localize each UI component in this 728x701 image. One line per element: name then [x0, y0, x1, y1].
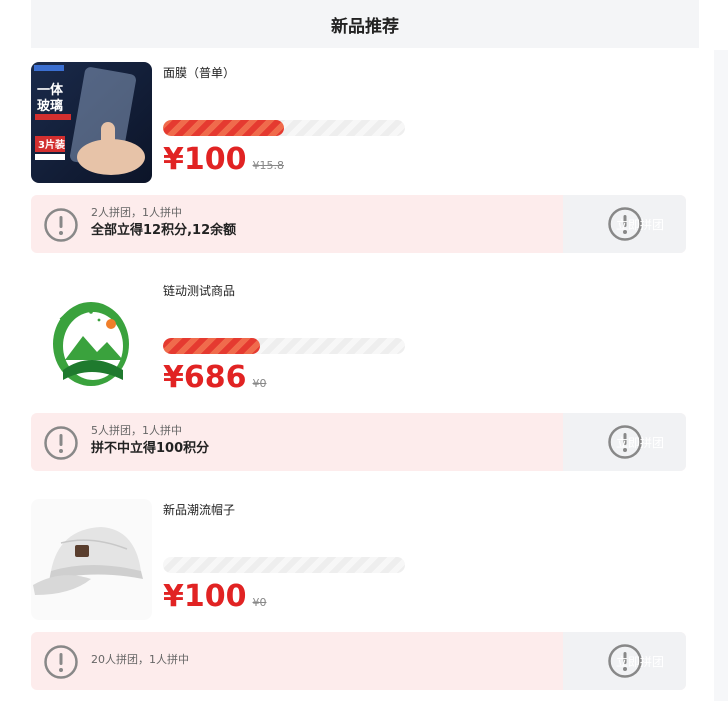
- reward-text: 全部立得12积分,12余额: [91, 223, 237, 238]
- group-info-text: 20人拼团，1人拼中: [91, 652, 189, 668]
- price: ¥100: [163, 579, 247, 614]
- scroll-track: [714, 50, 728, 701]
- group-info-text: 5人拼团，1人拼中 拼不中立得100积分: [91, 423, 209, 459]
- price-row: ¥100 ¥15.8: [163, 142, 284, 178]
- group-size-text: 20人拼团，1人拼中: [91, 653, 189, 666]
- info-icon: [44, 426, 78, 460]
- join-group-label[interactable]: 立即拼团: [616, 216, 664, 233]
- product-name[interactable]: 面膜（普单）: [163, 64, 235, 81]
- section-title: 新品推荐: [331, 16, 399, 37]
- product-name[interactable]: 链动测试商品: [163, 282, 235, 299]
- group-info-text: 2人拼团，1人拼中 全部立得12积分,12余额: [91, 205, 236, 241]
- price-row: ¥686 ¥0: [163, 360, 267, 396]
- join-group-button[interactable]: 立即拼团: [563, 195, 686, 253]
- join-group-button[interactable]: 立即拼团: [563, 632, 686, 690]
- product-card[interactable]: 一体 玻璃 3片装 面膜（普单） ¥100 ¥15.8 2人拼团，1人拼中 全部…: [31, 50, 699, 256]
- price: ¥100: [163, 142, 247, 177]
- price-row: ¥100 ¥0: [163, 579, 267, 615]
- reward-text: 拼不中立得100积分: [91, 441, 210, 456]
- product-card[interactable]: 新品潮流帽子 ¥100 ¥0 20人拼团，1人拼中 立即拼团: [31, 487, 699, 693]
- group-info-bar: 20人拼团，1人拼中 立即拼团: [31, 632, 686, 690]
- group-progress-bar: [163, 120, 405, 136]
- product-card[interactable]: 链动测试商品 ¥686 ¥0 5人拼团，1人拼中 拼不中立得100积分 立即拼团: [31, 268, 699, 474]
- join-group-button[interactable]: 立即拼团: [563, 413, 686, 471]
- join-group-label[interactable]: 立即拼团: [616, 434, 664, 451]
- group-size-text: 2人拼团，1人拼中: [91, 206, 182, 219]
- group-progress-bar: [163, 338, 405, 354]
- product-name[interactable]: 新品潮流帽子: [163, 501, 235, 518]
- info-icon: [44, 208, 78, 242]
- svg-text:玻璃: 玻璃: [37, 98, 63, 114]
- info-icon: [44, 645, 78, 679]
- original-price: ¥0: [252, 596, 267, 609]
- section-header: 新品推荐: [31, 0, 699, 48]
- progress-fill: [163, 120, 284, 136]
- group-info-bar: 2人拼团，1人拼中 全部立得12积分,12余额 立即拼团: [31, 195, 686, 253]
- svg-text:一体: 一体: [37, 82, 64, 98]
- price: ¥686: [163, 360, 247, 395]
- group-progress-bar: [163, 557, 405, 573]
- product-image[interactable]: [31, 280, 152, 401]
- original-price: ¥0: [252, 377, 267, 390]
- original-price: ¥15.8: [252, 159, 285, 172]
- product-image[interactable]: 一体 玻璃 3片装: [31, 62, 152, 183]
- page: 新品推荐 一体 玻璃 3片装 面膜（普单） ¥100 ¥15.8 2人拼团，1人…: [0, 0, 728, 701]
- product-image[interactable]: [31, 499, 152, 620]
- progress-fill: [163, 338, 260, 354]
- svg-text:3片装: 3片装: [38, 138, 65, 151]
- group-size-text: 5人拼团，1人拼中: [91, 424, 182, 437]
- join-group-label[interactable]: 立即拼团: [616, 653, 664, 670]
- group-info-bar: 5人拼团，1人拼中 拼不中立得100积分 立即拼团: [31, 413, 686, 471]
